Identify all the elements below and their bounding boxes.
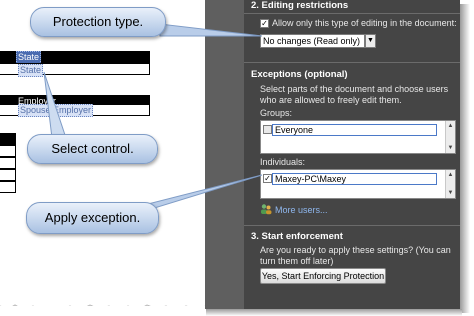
scroll-down-icon[interactable]: ▼: [446, 144, 455, 152]
editing-type-select[interactable]: No changes (Read only): [260, 34, 365, 48]
enforcement-description: Are you ready to apply these settings? (…: [260, 245, 451, 266]
group-checkbox-everyone[interactable]: [263, 125, 272, 134]
individual-item-maxey[interactable]: Maxey-PC\Maxey: [272, 173, 437, 185]
table-cell: [0, 157, 16, 169]
individual-checkbox-maxey[interactable]: ✓: [263, 174, 272, 183]
users-icon: [261, 204, 272, 215]
start-enforcing-button[interactable]: Yes, Start Enforcing Protection: [260, 268, 386, 284]
chevron-down-icon[interactable]: ▼: [365, 34, 376, 48]
exceptions-title: Exceptions (optional): [251, 69, 348, 80]
section-divider: [244, 62, 460, 63]
restrict-editing-pane: 2. Editing restrictions ✓ Allow only thi…: [244, 0, 460, 309]
groups-label: Groups:: [260, 108, 293, 118]
scroll-up-icon[interactable]: ▲: [446, 122, 455, 130]
table-cell: [0, 169, 16, 181]
callout-apply-exception: Apply exception.: [26, 202, 159, 234]
groups-list[interactable]: Everyone ▲ ▼: [260, 120, 456, 154]
section-divider: [244, 13, 460, 14]
torn-edge: [0, 304, 205, 306]
individuals-scrollbar[interactable]: ▲ ▼: [445, 170, 455, 198]
allow-editing-checkbox[interactable]: ✓: [260, 19, 269, 28]
more-users-link[interactable]: More users...: [275, 205, 328, 215]
editing-restrictions-title: 2. Editing restrictions: [251, 0, 349, 11]
drop-shadow-right: [460, 4, 470, 313]
table-cell: [0, 181, 16, 193]
scroll-down-icon[interactable]: ▼: [446, 189, 455, 197]
scroll-up-icon[interactable]: ▲: [446, 171, 455, 179]
exceptions-description: Select parts of the document and choose …: [260, 84, 449, 105]
spouse-employer-control[interactable]: Spouse Employer: [18, 104, 94, 117]
start-enforcement-title: 3. Start enforcement: [251, 231, 343, 242]
individuals-list[interactable]: ✓ Maxey-PC\Maxey ▲ ▼: [260, 169, 456, 199]
section-divider: [244, 225, 460, 226]
individuals-label: Individuals:: [260, 157, 306, 167]
allow-editing-label: Allow only this type of editing in the d…: [272, 18, 457, 28]
callout-protection-type: Protection type.: [30, 7, 166, 37]
callout-select-control: Select control.: [27, 134, 158, 164]
table-cell: [0, 145, 16, 157]
group-item-everyone[interactable]: Everyone: [272, 124, 437, 136]
state-content-control[interactable]: State: [18, 64, 44, 77]
pane-divider: [205, 0, 244, 309]
drop-shadow-bottom: [206, 309, 462, 316]
table-header-bar: [0, 133, 16, 145]
groups-scrollbar[interactable]: ▲ ▼: [445, 121, 455, 153]
